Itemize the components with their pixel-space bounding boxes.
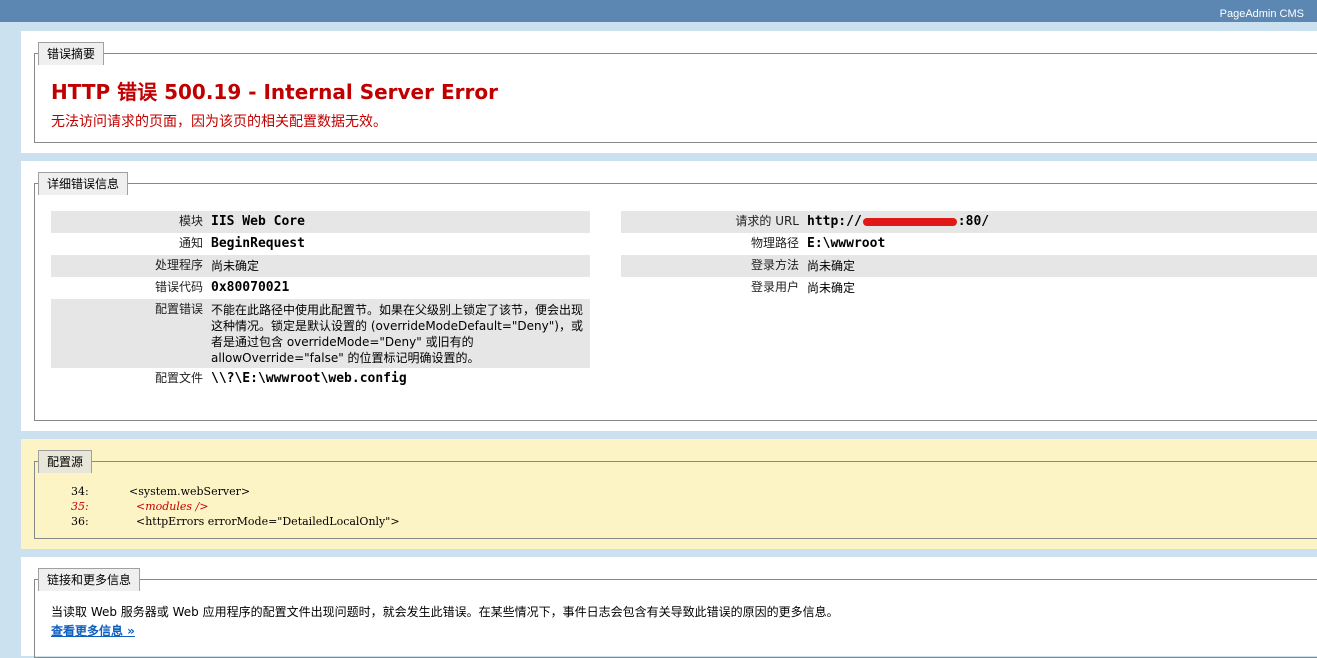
detail-value: http:// :80/ xyxy=(807,212,1317,231)
url-suffix: :80/ xyxy=(957,214,990,229)
detail-row-logon-method: 登录方法 尚未确定 xyxy=(621,255,1317,277)
line-number: 36: xyxy=(71,515,89,528)
detail-value: 0x80070021 xyxy=(211,280,290,295)
detail-key: 模块 xyxy=(178,214,203,228)
detail-key: 物理路径 xyxy=(750,236,799,250)
config-source-panel: 配置源 34: <system.webServer> 35: <modules /… xyxy=(21,439,1317,549)
detail-key: 登录用户 xyxy=(750,280,799,294)
code-line-highlighted: 35: <modules /> xyxy=(71,499,400,514)
detail-key: 错误代码 xyxy=(154,280,203,294)
detail-row-handler: 处理程序 尚未确定 xyxy=(51,255,590,277)
code-text: <httpErrors errorMode="DetailedLocalOnly… xyxy=(129,515,400,528)
error-subtitle: 无法访问请求的页面，因为该页的相关配置数据无效。 xyxy=(51,114,387,130)
detail-row-request-url: 请求的 URL http:// :80/ xyxy=(621,211,1317,233)
detail-row-config-error: 配置错误 不能在此路径中使用此配置节。如果在父级别上锁定了该节，便会出现这种情况… xyxy=(51,299,590,368)
links-fieldset: 链接和更多信息 当读取 Web 服务器或 Web 应用程序的配置文件出现问题时，… xyxy=(34,568,1317,658)
config-source-legend: 配置源 xyxy=(38,450,93,473)
links-panel: 链接和更多信息 当读取 Web 服务器或 Web 应用程序的配置文件出现问题时，… xyxy=(21,557,1317,658)
detail-value: 尚未确定 xyxy=(807,259,856,273)
code-block: 34: <system.webServer> 35: <modules /> 36… xyxy=(71,484,400,529)
links-legend: 链接和更多信息 xyxy=(38,568,141,591)
links-text: 当读取 Web 服务器或 Web 应用程序的配置文件出现问题时，就会发生此错误。… xyxy=(51,605,839,619)
brand-label: PageAdmin CMS xyxy=(1219,8,1304,20)
error-title: HTTP 错误 500.19 - Internal Server Error xyxy=(51,80,498,104)
detail-key: 处理程序 xyxy=(154,258,203,272)
code-line: 36: <httpErrors errorMode="DetailedLocal… xyxy=(71,514,400,529)
details-fieldset: 详细错误信息 模块 IIS Web Core 通知 BeginRequest 处… xyxy=(34,172,1317,421)
detail-row-notification: 通知 BeginRequest xyxy=(51,233,590,255)
config-source-fieldset: 配置源 34: <system.webServer> 35: <modules /… xyxy=(34,450,1317,539)
code-line: 34: <system.webServer> xyxy=(71,484,400,499)
more-info-link[interactable]: 查看更多信息 » xyxy=(51,622,135,639)
details-left-table: 模块 IIS Web Core 通知 BeginRequest 处理程序 尚未确… xyxy=(51,211,590,390)
detail-row-error-code: 错误代码 0x80070021 xyxy=(51,277,590,299)
line-number: 34: xyxy=(71,485,89,498)
line-number: 35: xyxy=(71,500,89,513)
detail-value: 不能在此路径中使用此配置节。如果在父级别上锁定了该节，便会出现这种情况。锁定是默… xyxy=(211,303,584,365)
summary-panel: 错误摘要 HTTP 错误 500.19 - Internal Server Er… xyxy=(21,31,1317,153)
redaction-mark xyxy=(862,217,957,226)
detail-value: 尚未确定 xyxy=(211,259,260,273)
links-info: 当读取 Web 服务器或 Web 应用程序的配置文件出现问题时，就会发生此错误。… xyxy=(51,603,839,639)
code-text: <modules /> xyxy=(129,500,209,513)
detail-row-logon-user: 登录用户 尚未确定 xyxy=(621,277,1317,299)
summary-legend: 错误摘要 xyxy=(38,42,105,65)
detail-key: 通知 xyxy=(178,236,203,250)
details-legend: 详细错误信息 xyxy=(38,172,129,195)
detail-row-config-file: 配置文件 \\?\E:\wwwroot\web.config xyxy=(51,368,590,390)
detail-key: 请求的 URL xyxy=(735,214,799,228)
detail-key: 配置文件 xyxy=(154,371,203,385)
summary-fieldset: 错误摘要 HTTP 错误 500.19 - Internal Server Er… xyxy=(34,42,1317,143)
code-text: <system.webServer> xyxy=(129,485,251,498)
detail-value: \\?\E:\wwwroot\web.config xyxy=(211,371,407,386)
detail-row-module: 模块 IIS Web Core xyxy=(51,211,590,233)
url-prefix: http:// xyxy=(807,214,862,229)
top-bar: PageAdmin CMS xyxy=(0,0,1317,22)
detail-row-physical-path: 物理路径 E:\wwwroot xyxy=(621,233,1317,255)
details-panel: 详细错误信息 模块 IIS Web Core 通知 BeginRequest 处… xyxy=(21,161,1317,431)
detail-value: 尚未确定 xyxy=(807,281,856,295)
detail-value: E:\wwwroot xyxy=(807,236,886,251)
details-right-table: 请求的 URL http:// :80/ 物理路径 E:\wwwroot 登录方法… xyxy=(621,211,1317,299)
detail-key: 登录方法 xyxy=(750,258,799,272)
detail-value: BeginRequest xyxy=(211,236,305,251)
detail-value: IIS Web Core xyxy=(211,214,305,229)
detail-key: 配置错误 xyxy=(154,302,203,316)
